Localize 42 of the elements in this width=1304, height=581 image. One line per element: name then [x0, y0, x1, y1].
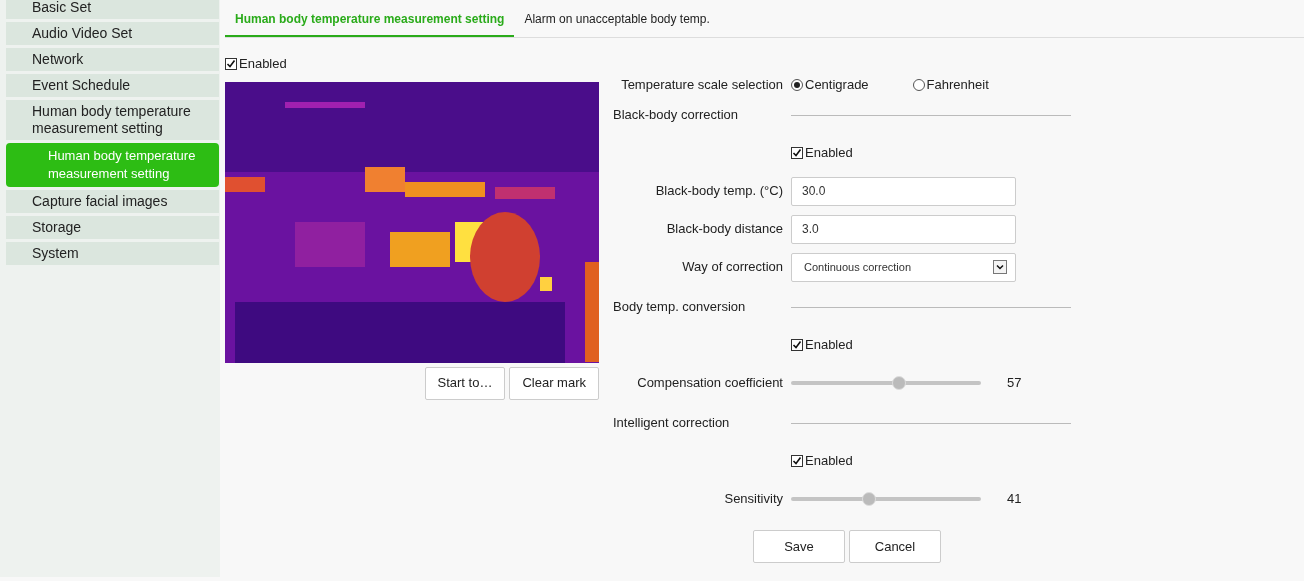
form-button[interactable]: Save	[753, 530, 845, 563]
section-heading: Body temp. conversion	[613, 298, 747, 317]
field-label: Black-body temp. (°C)	[654, 182, 783, 201]
text-field[interactable]: 30.0	[791, 176, 1016, 206]
field-label: Temperature scale selection	[620, 76, 783, 95]
field-label: Sensitivity	[723, 490, 783, 509]
checkbox[interactable]	[225, 57, 237, 70]
radio-button[interactable]	[912, 79, 925, 91]
slider-thumb[interactable]	[892, 376, 907, 390]
text-field[interactable]: 3.0	[791, 214, 1016, 244]
sidebar-item[interactable]: Basic Set	[6, 0, 219, 19]
checkbox-label: Enabled	[805, 144, 853, 163]
chevron-icon	[993, 260, 1007, 274]
sidebar-item[interactable]: Event Schedule	[6, 74, 219, 97]
video-button[interactable]: Start to…	[424, 366, 506, 400]
sidebar-item[interactable]: Storage	[6, 216, 219, 239]
checkbox-label: Enabled	[805, 336, 853, 355]
section-heading: Black-body correction	[613, 106, 739, 125]
sidebar-item[interactable]: System	[6, 242, 219, 265]
checkbox-label: Enabled	[805, 452, 853, 471]
field-label: Compensation coefficient	[636, 374, 783, 393]
sidebar-item[interactable]: Network	[6, 48, 219, 71]
sidebar-item[interactable]: Capture facial images	[6, 190, 219, 213]
slider-value: 57	[1007, 374, 1022, 393]
slider-thumb[interactable]	[861, 492, 876, 506]
radio-label: Centigrade	[805, 76, 869, 95]
field-label: Black-body distance	[665, 220, 783, 239]
field-label: Way of correction	[681, 258, 783, 277]
checkbox-label: Enabled	[239, 55, 287, 73]
checkbox[interactable]	[791, 339, 803, 351]
checkbox[interactable]	[791, 455, 803, 467]
form-button[interactable]: Cancel	[849, 530, 941, 563]
checkbox[interactable]	[791, 147, 803, 159]
dropdown[interactable]: Continuous correction	[791, 252, 1016, 282]
tab[interactable]: Alarm on unacceptable body temp.	[514, 10, 720, 37]
video-button[interactable]: Clear mark	[509, 366, 599, 400]
sidebar-item[interactable]: Audio Video Set	[6, 22, 219, 45]
slider-value: 41	[1007, 490, 1022, 509]
radio-label: Fahrenheit	[926, 76, 989, 95]
sidebar-item[interactable]: Human body temperature measurement setting	[6, 100, 219, 140]
radio-button[interactable]	[791, 79, 803, 91]
section-heading: Intelligent correction	[613, 414, 731, 433]
